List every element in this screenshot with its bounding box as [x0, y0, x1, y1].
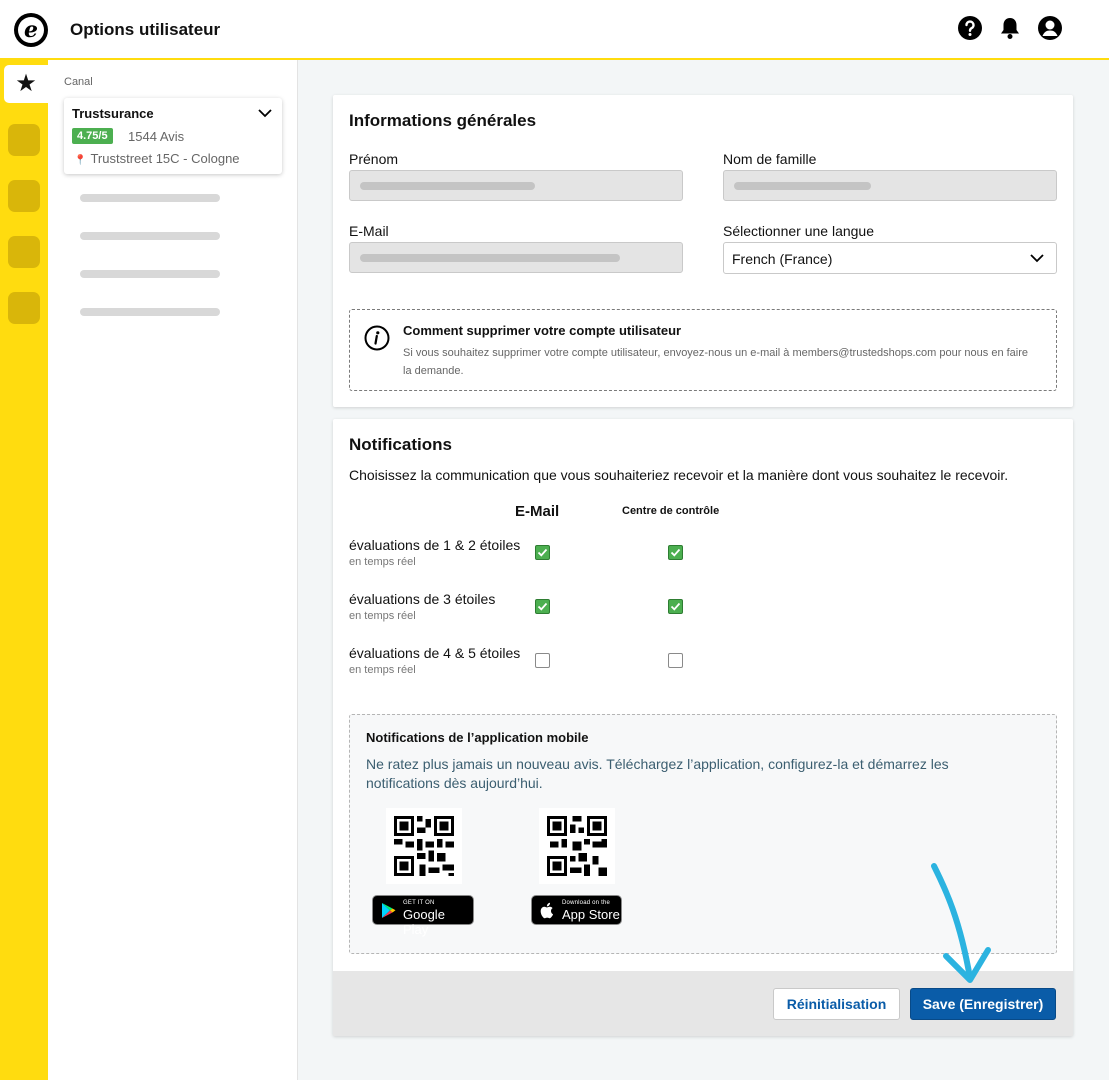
google-play-qr-code: [386, 808, 462, 884]
app-store-big-text: App Store: [562, 907, 620, 922]
user-circle-icon[interactable]: [1037, 15, 1063, 41]
column-header-control-center: Centre de contrôle: [622, 505, 720, 517]
shop-address: 📍 Truststreet 15C - Cologne: [74, 151, 240, 166]
checkbox-email-1-2-stars[interactable]: [535, 545, 550, 560]
app-store-qr-code: [539, 808, 615, 884]
apple-icon: [540, 902, 553, 919]
general-info-title: Informations générales: [349, 111, 537, 130]
checkbox-email-4-5-stars[interactable]: [535, 653, 550, 668]
checkbox-email-3-stars[interactable]: [535, 599, 550, 614]
bell-icon[interactable]: [997, 15, 1023, 41]
sidebar-skeleton-item: [80, 194, 220, 202]
language-label: Sélectionner une langue: [723, 223, 875, 239]
sidebar-skeleton-item: [80, 232, 220, 240]
first-name-label: Prénom: [349, 151, 399, 167]
sidebar-section-label: Canal: [64, 76, 93, 88]
last-name-label: Nom de famille: [723, 151, 817, 167]
mobile-app-text: Ne ratez plus jamais un nouveau avis. Té…: [366, 756, 949, 791]
google-play-big-text: Google Play: [403, 907, 445, 937]
info-icon: [364, 325, 390, 351]
info-text: Si vous souhaitez supprimer votre compte…: [403, 347, 1029, 377]
help-circle-icon[interactable]: [957, 15, 983, 41]
mobile-app-box: Notifications de l’application mobile Ne…: [349, 714, 1057, 954]
row-sublabel: en temps réel: [349, 664, 416, 676]
sidebar: Canal Trustsurance 4.75/5 1544 Avis 📍 Tru…: [48, 60, 298, 1080]
rail-item[interactable]: [8, 236, 40, 268]
shop-selector[interactable]: Trustsurance 4.75/5 1544 Avis 📍 Truststre…: [64, 98, 282, 174]
google-play-icon: [382, 903, 396, 918]
sidebar-skeleton-item: [80, 270, 220, 278]
rating-badge: 4.75/5: [72, 128, 113, 144]
page-title: Options utilisateur: [70, 20, 221, 39]
app-store-badge[interactable]: Download on the App Store: [531, 895, 622, 925]
notifications-title: Notifications: [349, 435, 452, 454]
row-sublabel: en temps réel: [349, 610, 416, 622]
logo[interactable]: e: [14, 13, 48, 47]
chevron-down-icon: [1030, 254, 1044, 263]
chevron-down-icon[interactable]: [258, 108, 272, 118]
rail-item[interactable]: [8, 180, 40, 212]
notifications-description: Choisissez la communication que vous sou…: [349, 467, 1009, 483]
info-title: Comment supprimer votre compte utilisate…: [403, 323, 682, 338]
delete-account-info-box: Comment supprimer votre compte utilisate…: [349, 309, 1057, 391]
mobile-app-title: Notifications de l’application mobile: [366, 730, 589, 745]
logo-letter: e: [18, 17, 44, 43]
checkbox-control-1-2-stars[interactable]: [668, 545, 683, 560]
google-play-small-text: GET IT ON: [403, 900, 435, 906]
sidebar-skeleton-item: [80, 308, 220, 316]
general-info-panel: Informations générales Prénom Nom de fam…: [333, 95, 1073, 407]
notifications-panel: Notifications Choisissez la communicatio…: [333, 419, 1073, 1036]
google-play-badge[interactable]: GET IT ON Google Play: [372, 895, 474, 937]
email-label: E-Mail: [349, 223, 389, 239]
rail-item[interactable]: [8, 292, 40, 324]
checkbox-control-3-stars[interactable]: [668, 599, 683, 614]
language-select[interactable]: French (France): [723, 242, 1057, 274]
row-label: évaluations de 1 & 2 étoiles: [349, 537, 521, 553]
checkbox-control-4-5-stars[interactable]: [668, 653, 683, 668]
left-rail: ★: [0, 60, 48, 1080]
language-select-value: French (France): [732, 251, 833, 267]
save-button[interactable]: Save (Enregistrer): [910, 988, 1056, 1020]
rail-item[interactable]: [8, 124, 40, 156]
row-label: évaluations de 4 & 5 étoiles: [349, 645, 521, 661]
app-store-small-text: Download on the: [562, 900, 611, 906]
row-sublabel: en temps réel: [349, 556, 416, 568]
shop-name: Trustsurance: [72, 106, 154, 121]
row-label: évaluations de 3 étoiles: [349, 591, 496, 607]
location-pin-icon: 📍: [74, 155, 87, 166]
action-bar: Réinitialisation Save (Enregistrer): [333, 971, 1073, 1036]
shop-address-text: Truststreet 15C - Cologne: [90, 151, 240, 166]
star-icon[interactable]: ★: [4, 65, 48, 103]
review-count: 1544 Avis: [128, 129, 185, 144]
last-name-field[interactable]: [723, 170, 1057, 201]
first-name-field[interactable]: [349, 170, 683, 201]
top-icons: [957, 15, 1063, 41]
email-field[interactable]: [349, 242, 683, 273]
column-header-email: E-Mail: [515, 503, 560, 520]
reset-button[interactable]: Réinitialisation: [773, 988, 900, 1020]
top-bar: e Options utilisateur: [0, 0, 1109, 60]
